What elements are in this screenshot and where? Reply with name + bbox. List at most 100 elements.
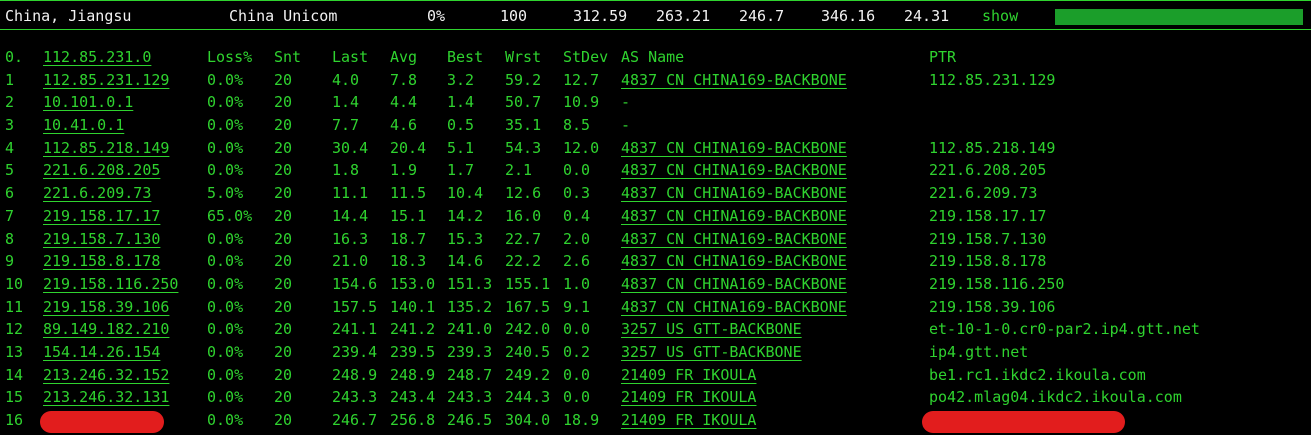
hop-stdev: 9.1 <box>563 297 591 316</box>
hop-as-name[interactable]: 4837 CN CHINA169-BACKBONE <box>621 205 847 228</box>
hop-loss: 0.0% <box>207 365 244 384</box>
hop-ptr: 219.158.8.178 <box>929 252 1047 271</box>
summary-bar: China, Jiangsu China Unicom 0% 100 312.5… <box>0 0 1311 30</box>
hop-ip[interactable]: 221.6.209.73 <box>43 182 151 205</box>
hop-avg: 1.9 <box>390 161 418 180</box>
hop-best: 14.2 <box>447 206 484 225</box>
hop-index: 6 <box>5 184 15 203</box>
hop-as-name[interactable]: 3257 US GTT-BACKBONE <box>621 318 802 341</box>
hop-last: 11.1 <box>332 184 369 203</box>
hop-last: 1.8 <box>332 161 360 180</box>
header-avg: Avg <box>390 48 418 66</box>
hop-avg: 243.4 <box>390 388 436 407</box>
hop-sent: 20 <box>274 229 293 248</box>
hop-loss: 0.0% <box>207 138 244 157</box>
hop-ptr: ip4.gtt.net <box>929 342 1029 361</box>
header-ip[interactable]: 112.85.231.0 <box>43 46 151 69</box>
hop-last: 30.4 <box>332 138 369 157</box>
hop-sent: 20 <box>274 70 293 89</box>
table-row: 7 219.158.17.17 65.0% 20 14.4 15.1 14.2 16.0 0.4… <box>0 205 1311 228</box>
hop-loss: 65.0% <box>207 206 253 225</box>
hop-ptr: 221.6.209.73 <box>929 184 1038 203</box>
hop-ip[interactable]: 10.101.0.1 <box>43 91 133 114</box>
hop-sent: 20 <box>274 116 293 135</box>
hop-ip[interactable]: 112.85.231.129 <box>43 69 169 92</box>
hop-ptr: be1.rc1.ikdc2.ikoula.com <box>929 365 1146 384</box>
hop-as-name[interactable]: 4837 CN CHINA169-BACKBONE <box>621 296 847 319</box>
hop-ip[interactable]: 221.6.208.205 <box>43 159 160 182</box>
hop-worst: 304.0 <box>505 411 551 429</box>
hop-as-name[interactable]: 4837 CN CHINA169-BACKBONE <box>621 159 847 182</box>
hop-index: 10 <box>5 274 24 293</box>
header-wrst: Wrst <box>505 48 542 66</box>
hop-index: 11 <box>5 297 24 316</box>
header-stdev: StDev <box>563 48 609 66</box>
header-best: Best <box>447 48 484 66</box>
hop-as-name[interactable]: 4837 CN CHINA169-BACKBONE <box>621 228 847 251</box>
hop-loss: 5.0% <box>207 184 244 203</box>
hop-ip[interactable]: 219.158.17.17 <box>43 205 160 228</box>
table-row: 11 219.158.39.106 0.0% 20 157.5 140.1 135.2 167… <box>0 296 1311 319</box>
hop-sent: 20 <box>274 342 293 361</box>
hop-as-name[interactable]: 3257 US GTT-BACKBONE <box>621 341 802 364</box>
hop-ip[interactable]: 219.158.116.250 <box>43 273 178 296</box>
hop-as-name[interactable]: 4837 CN CHINA169-BACKBONE <box>621 137 847 160</box>
hop-best: 10.4 <box>447 184 484 203</box>
table-row: 8 219.158.7.130 0.0% 20 16.3 18.7 15.3 22.7 2.0 4… <box>0 228 1311 251</box>
hop-as-name: - <box>621 93 631 112</box>
hop-worst: 242.0 <box>505 320 551 339</box>
table-row: 5 221.6.208.205 0.0% 20 1.8 1.9 1.7 2.1 0.0 4837 … <box>0 159 1311 182</box>
hop-loss: 0.0% <box>207 274 244 293</box>
hop-last: 157.5 <box>332 297 378 316</box>
hop-last: 248.9 <box>332 365 378 384</box>
summary-graph-bar <box>1055 9 1303 25</box>
hop-loss: 0.0% <box>207 70 244 89</box>
hop-worst: 35.1 <box>505 116 542 135</box>
hop-worst: 54.3 <box>505 138 542 157</box>
hop-as-name[interactable]: 4837 CN CHINA169-BACKBONE <box>621 250 847 273</box>
hop-sent: 20 <box>274 388 293 407</box>
hop-worst: 22.7 <box>505 229 542 248</box>
hop-stdev: 0.0 <box>563 161 591 180</box>
hop-ip[interactable]: 154.14.26.154 <box>43 341 160 364</box>
hop-as-name[interactable]: 4837 CN CHINA169-BACKBONE <box>621 182 847 205</box>
hop-ip[interactable]: 213.246.32.131 <box>43 386 169 409</box>
hop-ip[interactable]: 89.149.182.210 <box>43 318 169 341</box>
hop-ip[interactable]: 112.85.218.149 <box>43 137 169 160</box>
hop-loss: 0.0% <box>207 93 244 112</box>
hop-ptr: 219.158.7.130 <box>929 229 1047 248</box>
summary-best: 246.7 <box>739 7 785 25</box>
hop-avg: 18.3 <box>390 252 427 271</box>
hop-best: 14.6 <box>447 252 484 271</box>
hop-as-name[interactable]: 21409 FR IKOULA <box>621 386 756 409</box>
show-link[interactable]: show <box>982 7 1018 25</box>
table-row: 2 10.101.0.1 0.0% 20 1.4 4.4 1.4 50.7 10.9 - <box>0 91 1311 114</box>
hop-as-name[interactable]: 4837 CN CHINA169-BACKBONE <box>621 69 847 92</box>
hop-ip[interactable]: 219.158.7.130 <box>43 228 160 251</box>
hop-index: 2 <box>5 93 15 112</box>
hop-last: 7.7 <box>332 116 360 135</box>
table-row: 12 89.149.182.210 0.0% 20 241.1 241.2 241.0 242… <box>0 318 1311 341</box>
hop-ip[interactable]: 213.246.32.152 <box>43 364 169 387</box>
redacted-ip <box>40 411 164 433</box>
hop-as-name[interactable]: 21409 FR IKOULA <box>621 364 756 387</box>
hop-ip[interactable]: 219.158.8.178 <box>43 250 160 273</box>
hop-last: 4.0 <box>332 70 360 89</box>
hop-stdev: 0.4 <box>563 206 591 225</box>
hop-worst: 244.3 <box>505 388 551 407</box>
hop-best: 15.3 <box>447 229 484 248</box>
hop-worst: 2.1 <box>505 161 533 180</box>
hop-avg: 239.5 <box>390 342 436 361</box>
hop-as-name[interactable]: 21409 FR IKOULA <box>621 409 756 432</box>
hop-worst: 249.2 <box>505 365 551 384</box>
hop-sent: 20 <box>274 252 293 271</box>
hop-index: 9 <box>5 252 15 271</box>
table-row: 10 219.158.116.250 0.0% 20 154.6 153.0 151.3 15… <box>0 273 1311 296</box>
hop-loss: 0.0% <box>207 388 244 407</box>
hop-best: 1.7 <box>447 161 475 180</box>
hop-ip[interactable]: 219.158.39.106 <box>43 296 169 319</box>
hop-as-name[interactable]: 4837 CN CHINA169-BACKBONE <box>621 273 847 296</box>
summary-location: China, Jiangsu <box>5 7 132 25</box>
hop-stdev: 12.0 <box>563 138 600 157</box>
hop-ip[interactable]: 10.41.0.1 <box>43 114 124 137</box>
